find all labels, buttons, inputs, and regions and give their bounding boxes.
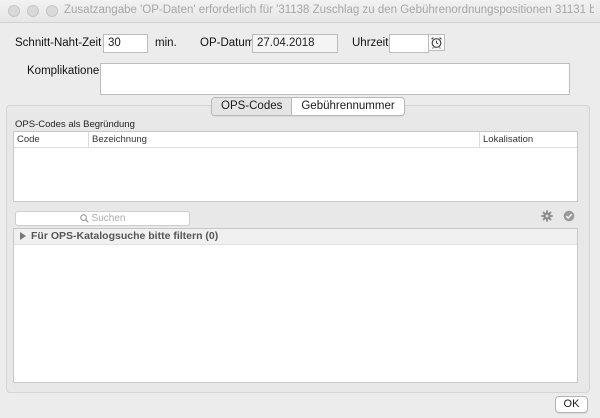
column-header-code[interactable]: Code [17, 134, 40, 147]
alarm-clock-icon [431, 37, 442, 49]
filter-group-row[interactable]: Für OPS-Katalogsuche bitte filtern (0) [14, 229, 577, 245]
komplikationen-label: Komplikationen [27, 65, 106, 77]
schnitt-naht-zeit-label: Schnitt-Naht-Zeit [15, 37, 102, 49]
ok-button[interactable]: OK [555, 396, 588, 413]
tab-gebuehrennummer[interactable]: Gebührennummer [292, 98, 403, 115]
search-icon [79, 214, 89, 223]
ops-catalog-results[interactable]: Für OPS-Katalogsuche bitte filtern (0) [13, 228, 578, 383]
gear-icon[interactable] [541, 210, 553, 222]
komplikationen-input[interactable] [100, 63, 570, 95]
schnitt-naht-zeit-input[interactable]: 30 [103, 34, 148, 53]
close-window-button[interactable] [8, 5, 20, 17]
ops-codes-table[interactable]: Code Bezeichnung Lokalisation [13, 131, 578, 202]
segmented-tabs: OPS-Codes Gebührennummer [211, 97, 405, 116]
tab-ops-codes[interactable]: OPS-Codes [212, 98, 293, 115]
op-datum-input[interactable]: 27.04.2018 [252, 34, 338, 53]
disclosure-triangle-icon[interactable] [20, 232, 26, 240]
uhrzeit-label: Uhrzeit [352, 37, 389, 49]
search-placeholder: Suchen [91, 213, 126, 224]
filter-group-label: Für OPS-Katalogsuche bitte filtern (0) [31, 230, 219, 242]
zoom-window-button[interactable] [46, 5, 58, 17]
column-header-bezeichnung[interactable]: Bezeichnung [88, 132, 482, 147]
table-header: Code Bezeichnung Lokalisation [14, 132, 577, 148]
title-bar: Zusatzangabe 'OP-Daten' erforderlich für… [0, 0, 600, 23]
ops-codes-section-label: OPS-Codes als Begründung [15, 119, 135, 130]
window-title: Zusatzangabe 'OP-Daten' erforderlich für… [64, 4, 594, 16]
column-header-lokalisation[interactable]: Lokalisation [479, 132, 578, 147]
minimize-window-button[interactable] [27, 5, 39, 17]
minutes-unit-label: min. [155, 37, 177, 49]
search-field[interactable]: Suchen [15, 211, 190, 226]
op-datum-label: OP-Datum [200, 37, 255, 49]
uhrzeit-input[interactable] [389, 34, 429, 53]
clock-picker-button[interactable] [428, 34, 445, 51]
check-circle-icon[interactable] [563, 210, 575, 222]
